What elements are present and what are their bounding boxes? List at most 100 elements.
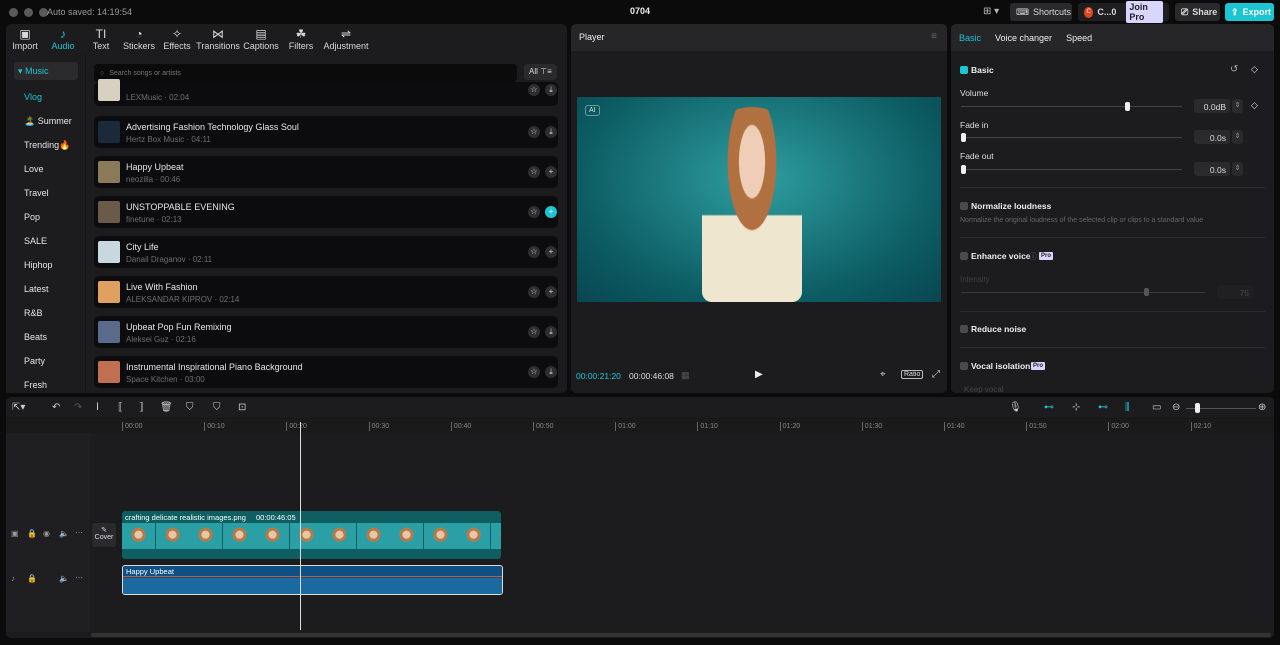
delete-icon[interactable]: 🗑 (160, 402, 173, 413)
tab-stickers[interactable]: ◔ Stickers (120, 24, 158, 54)
fullscreen-icon[interactable]: ⤢ (932, 369, 940, 380)
song-item[interactable]: UNSTOPPABLE EVENING finetune · 02:13 ☆ + (94, 196, 558, 228)
category-music[interactable]: ▾ Music (14, 62, 78, 80)
tab-text[interactable]: TI Text (82, 24, 120, 54)
volume-value[interactable]: 0.0dB (1194, 99, 1230, 113)
share-button[interactable]: ⎚ Share (1175, 3, 1220, 21)
category-item[interactable]: 🏝️ Summer (24, 116, 72, 127)
ratio-button[interactable]: Ratio (901, 370, 924, 379)
volume-keyframe-icon[interactable]: ◇ (1251, 100, 1258, 111)
audio-clip[interactable]: Happy Upbeat (122, 565, 503, 595)
song-item[interactable]: Upbeat Pop Fun Remixing Aleksei Guz · 02… (94, 316, 558, 348)
fit-icon[interactable]: ▭ (1152, 402, 1161, 413)
favorite-icon[interactable]: ☆ (528, 286, 540, 298)
intensity-slider[interactable] (961, 292, 1205, 293)
category-item[interactable]: Trending🔥 (24, 140, 70, 151)
export-button[interactable]: ⇪ Export (1225, 3, 1274, 21)
playhead[interactable] (300, 422, 301, 630)
enhance-voice-checkbox[interactable] (960, 252, 968, 260)
video-clip[interactable]: crafting delicate realistic images.png 0… (122, 511, 501, 559)
tab-voice-changer[interactable]: Voice changer (995, 33, 1052, 43)
song-item[interactable]: Happy Upbeat neozilla · 00:46 ☆ + (94, 156, 558, 188)
zoom-in-icon[interactable]: ⊕ (1258, 402, 1266, 413)
download-icon[interactable]: ⤓ (545, 326, 557, 338)
basic-checkbox[interactable] (960, 66, 968, 74)
category-item[interactable]: Latest (24, 284, 49, 294)
redo-icon[interactable]: ↷ (74, 402, 82, 413)
volume-slider-handle[interactable] (1124, 102, 1130, 111)
favorite-icon[interactable]: ☆ (528, 166, 540, 178)
search-input[interactable]: ○ Search songs or artists (94, 64, 517, 82)
fade-out-handle[interactable] (961, 165, 966, 174)
snap-icon[interactable]: ⫼ (1125, 402, 1130, 413)
song-item[interactable]: Live With Fashion ALEKSANDAR KIPROV · 02… (94, 276, 558, 308)
add-icon[interactable]: + (545, 246, 557, 258)
category-item[interactable]: Party (24, 356, 45, 366)
horizontal-scrollbar[interactable] (91, 633, 1271, 637)
shield-icon[interactable]: ⛉ (213, 402, 221, 413)
download-icon[interactable]: ⤓ (545, 366, 557, 378)
shortcuts-button[interactable]: ⌨ Shortcuts (1010, 3, 1072, 21)
microphone-icon[interactable]: 🎙 (1009, 402, 1022, 413)
song-item[interactable]: City Life Danail Draganov · 02:11 ☆ + (94, 236, 558, 268)
focus-icon[interactable]: ⌖ (880, 369, 886, 380)
category-item[interactable]: Travel (24, 188, 49, 198)
eye-icon[interactable]: ◉ (43, 529, 50, 538)
magnet-icon[interactable]: ⊷ (1044, 402, 1054, 413)
song-item[interactable]: Instrumental Inspirational Piano Backgro… (94, 356, 558, 388)
cover-button[interactable]: ✎ Cover (92, 523, 116, 547)
layout-icon[interactable]: ⊞ ▾ (983, 6, 999, 17)
download-icon[interactable]: ⤓ (545, 126, 557, 138)
category-item[interactable]: Love (24, 164, 44, 174)
song-item[interactable]: LEXMusic · 02:04 ☆ ⤓ (94, 79, 558, 106)
tab-filters[interactable]: ☘ Filters (282, 24, 320, 54)
normalize-checkbox[interactable] (960, 202, 968, 210)
add-icon[interactable]: + (545, 206, 557, 218)
reduce-noise-checkbox[interactable] (960, 325, 968, 333)
tab-audio[interactable]: ♪ Audio (44, 24, 82, 54)
keep-vocal-select[interactable]: Keep vocal (964, 385, 1004, 394)
category-item[interactable]: Fresh (24, 380, 47, 390)
category-item[interactable]: R&B (24, 308, 43, 318)
fade-in-slider[interactable] (961, 137, 1182, 138)
favorite-icon[interactable]: ☆ (528, 326, 540, 338)
reset-icon[interactable]: ↺ (1230, 64, 1238, 75)
tab-transitions[interactable]: ⋈ Transitions (196, 24, 240, 54)
tab-import[interactable]: ▣ Import (6, 24, 44, 54)
lock-icon[interactable]: 🔒 (27, 574, 37, 583)
add-icon[interactable]: + (545, 286, 557, 298)
tab-adjustment[interactable]: ⇌ Adjustment (320, 24, 372, 54)
volume-stepper[interactable]: ⇕ (1232, 99, 1243, 113)
fade-out-slider[interactable] (961, 169, 1182, 170)
category-item[interactable]: Beats (24, 332, 47, 342)
category-item[interactable]: Hiphop (24, 260, 53, 270)
intensity-handle[interactable] (1144, 288, 1149, 296)
account-button[interactable]: C C...0 Join Pro (1078, 1, 1169, 23)
play-button[interactable]: ▶ (755, 369, 763, 380)
intensity-value[interactable]: 75 (1217, 285, 1253, 299)
add-icon[interactable]: + (545, 166, 557, 178)
more-icon[interactable]: ⋯ (75, 573, 83, 582)
tab-speed[interactable]: Speed (1066, 33, 1092, 43)
fade-in-value[interactable]: 0.0s (1194, 130, 1230, 144)
favorite-icon[interactable]: ☆ (528, 246, 540, 258)
keyframe-icon[interactable]: ◇ (1251, 64, 1258, 75)
song-item[interactable]: Advertising Fashion Technology Glass Sou… (94, 116, 558, 148)
mark-icon[interactable]: ⛉ (186, 402, 194, 413)
tab-basic[interactable]: Basic (959, 33, 981, 43)
fade-in-stepper[interactable]: ⇕ (1232, 130, 1243, 144)
category-item[interactable]: Pop (24, 212, 40, 222)
download-icon[interactable]: ⤓ (545, 84, 557, 96)
favorite-icon[interactable]: ☆ (528, 366, 540, 378)
favorite-icon[interactable]: ☆ (528, 126, 540, 138)
fade-out-value[interactable]: 0.0s (1194, 162, 1230, 176)
favorite-icon[interactable]: ☆ (528, 206, 540, 218)
tab-captions[interactable]: ▤ Captions (240, 24, 282, 54)
vocal-isolation-checkbox[interactable] (960, 362, 968, 370)
ai-edit-icon[interactable]: ⊡ (238, 402, 246, 413)
fade-in-handle[interactable] (961, 133, 966, 142)
filter-button[interactable]: All ⊤≡ (524, 64, 557, 80)
trim-left-icon[interactable]: ⟦ (118, 402, 123, 413)
volume-slider[interactable] (961, 106, 1182, 107)
favorite-icon[interactable]: ☆ (528, 84, 540, 96)
